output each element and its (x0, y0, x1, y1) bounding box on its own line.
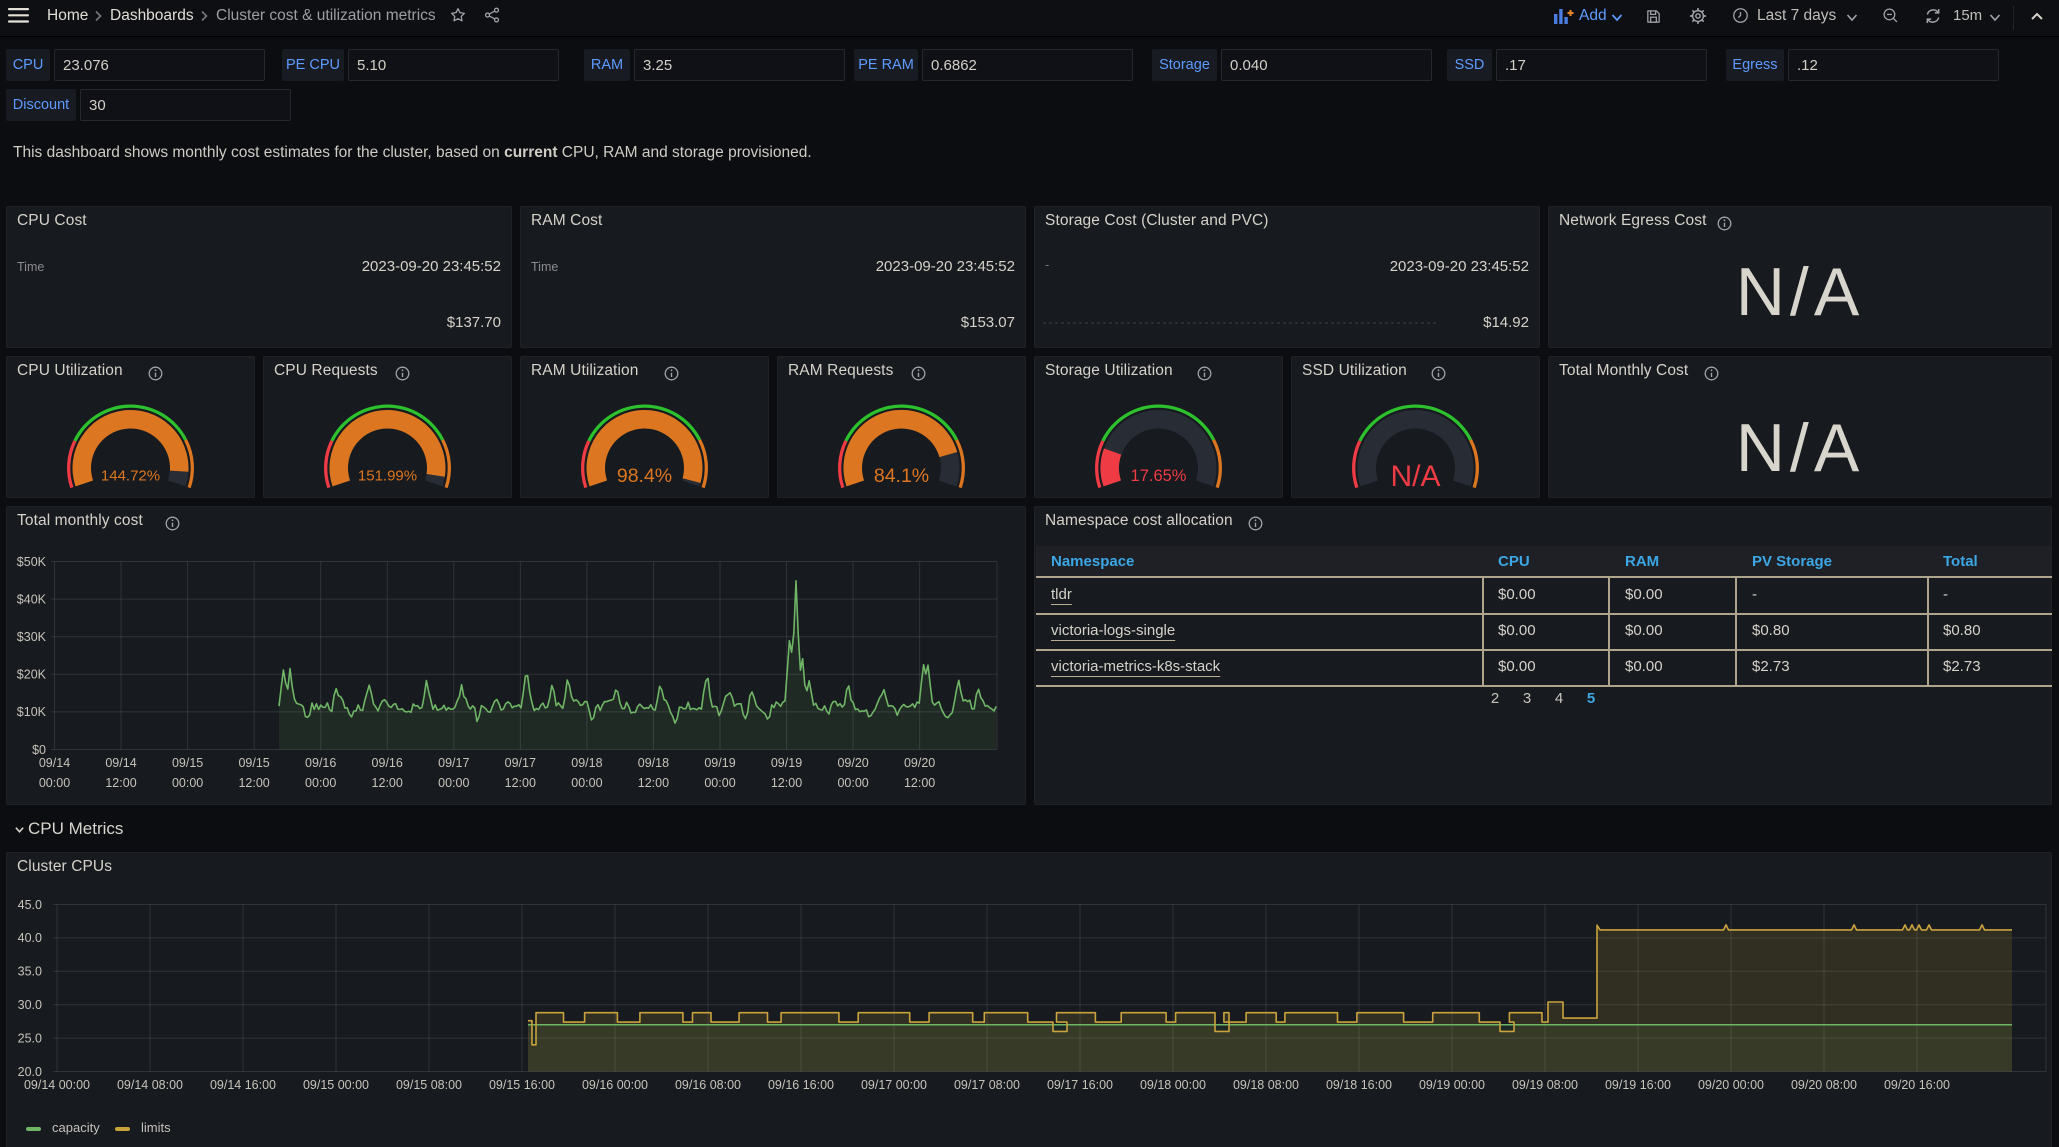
svg-text:12:00: 12:00 (505, 776, 536, 790)
svg-text:12:00: 12:00 (372, 776, 403, 790)
svg-text:09/17 00:00: 09/17 00:00 (861, 1078, 927, 1092)
svg-text:00:00: 00:00 (172, 776, 203, 790)
svg-text:09/19: 09/19 (704, 756, 735, 770)
svg-text:09/16 08:00: 09/16 08:00 (675, 1078, 741, 1092)
svg-text:09/15: 09/15 (238, 756, 269, 770)
svg-text:20.0: 20.0 (18, 1065, 42, 1079)
svg-text:09/20: 09/20 (837, 756, 868, 770)
svg-text:12:00: 12:00 (638, 776, 669, 790)
svg-text:12:00: 12:00 (238, 776, 269, 790)
svg-text:144.72%: 144.72% (101, 467, 160, 484)
svg-text:09/14 08:00: 09/14 08:00 (117, 1078, 183, 1092)
svg-text:40.0: 40.0 (18, 931, 42, 945)
svg-text:17.65%: 17.65% (1131, 467, 1187, 485)
svg-text:00:00: 00:00 (39, 776, 70, 790)
svg-text:09/15 08:00: 09/15 08:00 (396, 1078, 462, 1092)
svg-text:09/19: 09/19 (771, 756, 802, 770)
svg-text:09/14 16:00: 09/14 16:00 (210, 1078, 276, 1092)
svg-text:09/14 00:00: 09/14 00:00 (24, 1078, 90, 1092)
svg-text:84.1%: 84.1% (874, 465, 929, 487)
svg-text:09/19 00:00: 09/19 00:00 (1419, 1078, 1485, 1092)
svg-text:09/20: 09/20 (904, 756, 935, 770)
svg-text:09/17: 09/17 (438, 756, 469, 770)
svg-text:12:00: 12:00 (771, 776, 802, 790)
svg-text:00:00: 00:00 (438, 776, 469, 790)
svg-text:09/16 16:00: 09/16 16:00 (768, 1078, 834, 1092)
svg-text:09/19 08:00: 09/19 08:00 (1512, 1078, 1578, 1092)
svg-text:09/15 00:00: 09/15 00:00 (303, 1078, 369, 1092)
svg-text:00:00: 00:00 (837, 776, 868, 790)
svg-text:30.0: 30.0 (18, 998, 42, 1012)
svg-text:09/18: 09/18 (571, 756, 602, 770)
svg-text:09/17 16:00: 09/17 16:00 (1047, 1078, 1113, 1092)
svg-text:12:00: 12:00 (105, 776, 136, 790)
svg-text:45.0: 45.0 (18, 898, 42, 912)
svg-text:09/19 16:00: 09/19 16:00 (1605, 1078, 1671, 1092)
svg-text:09/20 08:00: 09/20 08:00 (1791, 1078, 1857, 1092)
svg-text:00:00: 00:00 (305, 776, 336, 790)
svg-text:09/18 00:00: 09/18 00:00 (1140, 1078, 1206, 1092)
svg-text:09/15: 09/15 (172, 756, 203, 770)
svg-text:09/18 16:00: 09/18 16:00 (1326, 1078, 1392, 1092)
svg-text:00:00: 00:00 (571, 776, 602, 790)
svg-text:09/16 00:00: 09/16 00:00 (582, 1078, 648, 1092)
svg-text:09/18: 09/18 (638, 756, 669, 770)
svg-text:151.99%: 151.99% (358, 467, 417, 484)
svg-text:$0: $0 (32, 743, 46, 757)
svg-text:09/18 08:00: 09/18 08:00 (1233, 1078, 1299, 1092)
svg-text:12:00: 12:00 (904, 776, 935, 790)
svg-text:$10K: $10K (17, 705, 47, 719)
svg-text:98.4%: 98.4% (617, 465, 672, 487)
svg-text:N/A: N/A (1390, 460, 1440, 493)
svg-text:09/20 00:00: 09/20 00:00 (1698, 1078, 1764, 1092)
svg-text:09/20 16:00: 09/20 16:00 (1884, 1078, 1950, 1092)
svg-text:09/16: 09/16 (305, 756, 336, 770)
svg-text:35.0: 35.0 (18, 965, 42, 979)
svg-text:09/17 08:00: 09/17 08:00 (954, 1078, 1020, 1092)
svg-text:$50K: $50K (17, 555, 47, 569)
svg-text:09/17: 09/17 (505, 756, 536, 770)
svg-text:09/14: 09/14 (39, 756, 70, 770)
svg-text:$30K: $30K (17, 630, 47, 644)
svg-text:$40K: $40K (17, 592, 47, 606)
svg-text:25.0: 25.0 (18, 1031, 42, 1045)
svg-text:00:00: 00:00 (704, 776, 735, 790)
svg-text:09/15 16:00: 09/15 16:00 (489, 1078, 555, 1092)
svg-text:$20K: $20K (17, 668, 47, 682)
svg-text:09/16: 09/16 (372, 756, 403, 770)
svg-text:09/14: 09/14 (105, 756, 136, 770)
